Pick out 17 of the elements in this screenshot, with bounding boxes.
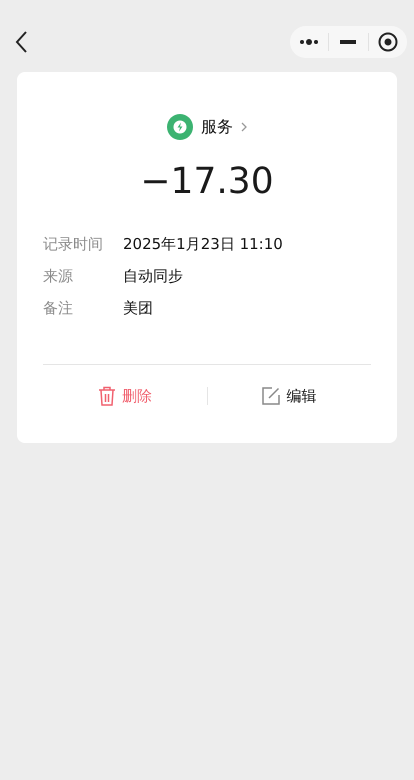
trash-icon bbox=[98, 386, 116, 406]
detail-value: 自动同步 bbox=[123, 266, 183, 286]
category-icon bbox=[167, 114, 193, 140]
detail-value: 2025年1月23日 11:10 bbox=[123, 234, 283, 254]
category-name[interactable]: 服务 bbox=[201, 116, 233, 138]
back-icon[interactable] bbox=[14, 30, 28, 54]
more-icon bbox=[299, 38, 320, 46]
detail-label: 记录时间 bbox=[43, 234, 104, 254]
chevron-right-icon[interactable] bbox=[241, 122, 247, 132]
amount: −17.30 bbox=[139, 160, 275, 204]
detail-label: 来源 bbox=[43, 266, 74, 286]
minimize-icon bbox=[340, 40, 356, 44]
target-icon bbox=[378, 32, 398, 52]
detail-value: 美团 bbox=[123, 298, 153, 318]
detail-label: 备注 bbox=[43, 298, 74, 318]
edit-icon bbox=[262, 387, 280, 405]
edit-button[interactable]: 编辑 bbox=[208, 380, 371, 412]
